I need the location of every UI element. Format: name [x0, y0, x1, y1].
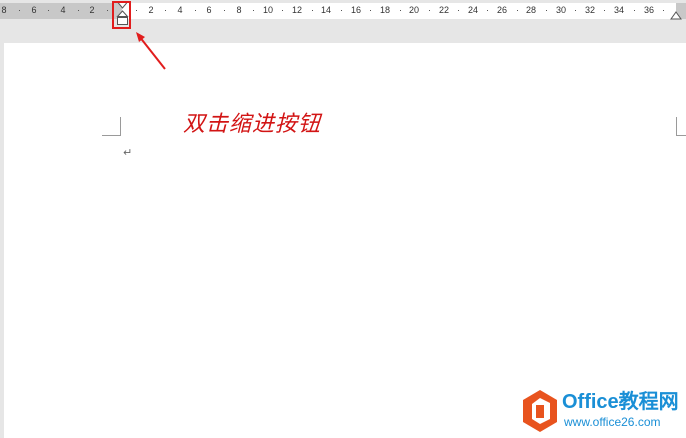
- ruler-tick: [78, 10, 79, 11]
- ruler-tick: [370, 10, 371, 11]
- ruler-tick: [136, 10, 137, 11]
- ruler-tick: [195, 10, 196, 11]
- text-boundary-corner-right: [676, 117, 686, 136]
- annotation-arrow-icon: [136, 32, 166, 70]
- ruler-tick-label: 16: [350, 5, 362, 15]
- ruler-tick-label: 20: [408, 5, 420, 15]
- ruler-tick-label: 8: [1, 5, 7, 15]
- ruler-tick-label: 32: [584, 5, 596, 15]
- ruler-tick: [546, 10, 547, 11]
- ruler-tick-label: 18: [379, 5, 391, 15]
- ruler-tick: [400, 10, 401, 11]
- ruler-tick: [604, 10, 605, 11]
- watermark: Office教程网 www.office26.com: [520, 388, 686, 434]
- ruler-tick: [48, 10, 49, 11]
- ruler-tick-label: 28: [525, 5, 537, 15]
- right-indent-icon[interactable]: [670, 11, 682, 21]
- ruler-tick-label: 2: [89, 5, 95, 15]
- ruler-tick-label: 2: [148, 5, 154, 15]
- horizontal-ruler[interactable]: 8 6 4 2 2 4 6 8 10 12 14 16 18 20 22 24 …: [0, 0, 686, 22]
- ruler-tick-label: 14: [320, 5, 332, 15]
- ruler-tick: [19, 10, 20, 11]
- ruler-tick: [634, 10, 635, 11]
- ruler-tick: [224, 10, 225, 11]
- ruler-tick-label: 4: [60, 5, 66, 15]
- ruler-tick: [517, 10, 518, 11]
- office-logo-icon: [523, 390, 557, 432]
- ruler-tick-label: 8: [236, 5, 242, 15]
- ruler-tick: [165, 10, 166, 11]
- ruler-tick: [663, 10, 664, 11]
- ruler-tick-label: 36: [643, 5, 655, 15]
- ruler-tick: [282, 10, 283, 11]
- watermark-title: Office教程网: [562, 391, 679, 413]
- document-page[interactable]: ↵: [4, 43, 686, 438]
- ruler-tick: [253, 10, 254, 11]
- ruler-tick: [429, 10, 430, 11]
- ruler-tick-label: 22: [438, 5, 450, 15]
- ruler-tick-label: 24: [467, 5, 479, 15]
- ruler-tick: [341, 10, 342, 11]
- ruler-tick-label: 34: [613, 5, 625, 15]
- indent-button-highlight: [112, 1, 131, 29]
- ruler-tick: [458, 10, 459, 11]
- ruler-tick: [575, 10, 576, 11]
- ruler-tick-label: 30: [555, 5, 567, 15]
- ruler-tick-label: 12: [291, 5, 303, 15]
- ruler-tick-label: 4: [177, 5, 183, 15]
- ruler-tick: [487, 10, 488, 11]
- ruler-tick-label: 6: [206, 5, 212, 15]
- annotation-label: 双击缩进按钮: [183, 112, 322, 137]
- paragraph-mark: ↵: [123, 147, 133, 159]
- ruler-tick: [107, 10, 108, 11]
- text-boundary-corner-left: [102, 117, 121, 136]
- ruler-tick: [312, 10, 313, 11]
- ruler-tick-label: 10: [262, 5, 274, 15]
- ruler-tick-label: 6: [31, 5, 37, 15]
- watermark-url: www.office26.com: [564, 415, 661, 429]
- ruler-tick-label: 26: [496, 5, 508, 15]
